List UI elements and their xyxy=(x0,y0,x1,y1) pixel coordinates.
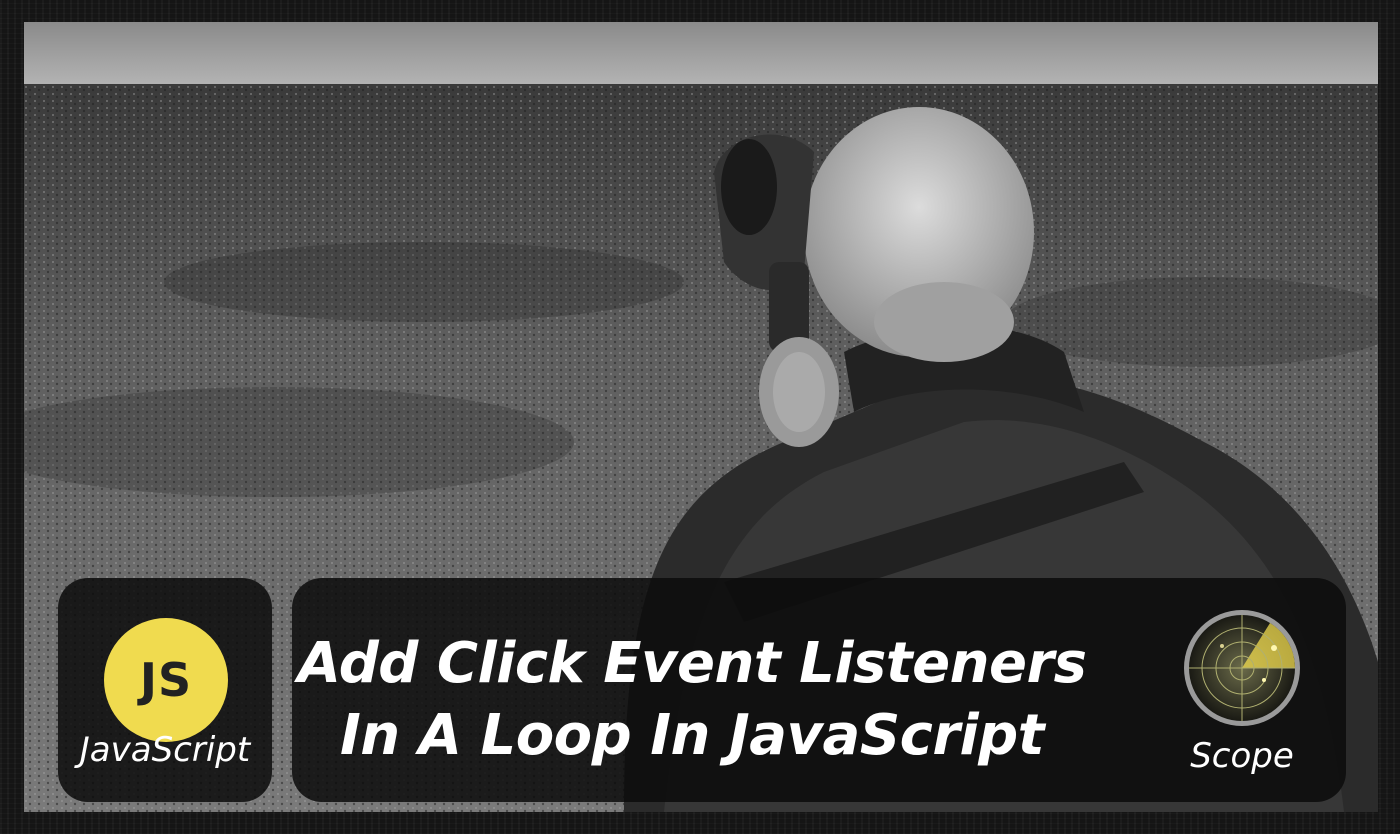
category-label: JavaScript xyxy=(79,730,251,770)
js-logo-text: JS xyxy=(139,653,193,707)
thumbnail-frame: JS JavaScript Add Click Event Listeners … xyxy=(0,0,1400,834)
topic-label: Scope xyxy=(1190,736,1294,776)
title-card: Add Click Event Listeners In A Loop In J… xyxy=(292,578,1346,802)
title-line-2: In A Loop In JavaScript xyxy=(339,703,1045,768)
javascript-category-card: JS JavaScript xyxy=(58,578,272,802)
javascript-logo-icon: JS xyxy=(104,618,228,742)
article-title: Add Click Event Listeners In A Loop In J… xyxy=(292,628,1092,772)
radar-scope-icon xyxy=(1184,610,1300,726)
title-line-1: Add Click Event Listeners xyxy=(297,631,1087,696)
